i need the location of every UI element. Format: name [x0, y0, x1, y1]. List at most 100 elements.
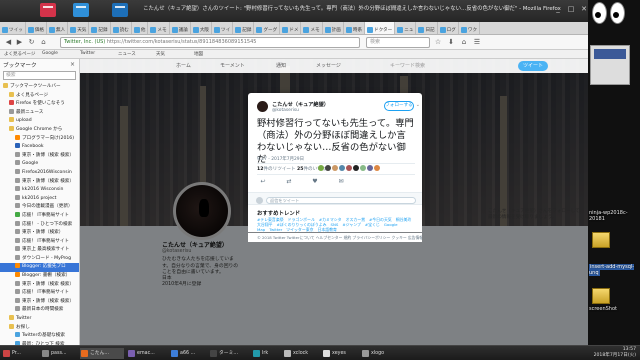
- follow-button[interactable]: フォローする: [384, 101, 414, 111]
- browser-tab[interactable]: 他: [132, 22, 149, 34]
- browser-tab[interactable]: ツイ: [212, 22, 234, 34]
- sidebar-item[interactable]: 東京・鉄博（検索）: [0, 229, 79, 238]
- folder-icon[interactable]: [592, 232, 610, 248]
- sidebar-item[interactable]: ブックマークツールバー: [0, 83, 79, 92]
- sidebar-item[interactable]: Twitterの基礎な検索: [0, 332, 79, 341]
- twitter-search-input[interactable]: キーワード検索: [390, 62, 425, 69]
- taskbar-task-button[interactable]: Pr...: [2, 348, 38, 359]
- desktop-thumbnail[interactable]: [590, 45, 630, 85]
- reload-button[interactable]: ↻: [27, 38, 36, 47]
- tweet-author-handle[interactable]: @kotaserisu: [272, 108, 299, 113]
- liker-avatar[interactable]: [339, 165, 345, 171]
- sidebar-item[interactable]: 応援！ IT事務局サイト: [0, 237, 79, 247]
- chevron-down-icon[interactable]: ⌄: [416, 102, 420, 108]
- sidebar-item[interactable]: 東京・鉄博（検索 検索）: [0, 151, 79, 161]
- nav-notifications[interactable]: 通知: [276, 62, 286, 69]
- taskbar-task-button[interactable]: xclock: [283, 348, 319, 359]
- liker-avatar[interactable]: [318, 165, 324, 171]
- liker-avatar[interactable]: [332, 165, 338, 171]
- reply-icon[interactable]: ↩: [259, 178, 267, 185]
- tweet-timestamp[interactable]: 9:27 - 2017年7月29日: [257, 156, 304, 162]
- sidebar-item[interactable]: kk2016 Wisconsin: [0, 186, 79, 195]
- trend-link[interactable]: #宝くじ: [365, 222, 380, 227]
- sidebar-item[interactable]: ダウンロード - MyProg: [0, 254, 79, 264]
- browser-tab[interactable]: 大阪: [191, 22, 213, 34]
- browser-tab[interactable]: 記録: [89, 22, 111, 34]
- trend-link[interactable]: 桐谷美玲: [396, 217, 412, 222]
- taskbar-task-button[interactable]: ターミ...: [209, 348, 249, 359]
- sidebar-item[interactable]: 今日の連載漫画（更新）: [0, 203, 79, 212]
- taskbar-task-button[interactable]: xeyes: [322, 348, 358, 359]
- launcher-icon-pink[interactable]: [40, 3, 56, 17]
- browser-tab[interactable]: 読む: [111, 22, 132, 34]
- browser-tab[interactable]: ワク: [459, 22, 481, 34]
- taskbar-task-button[interactable]: emac...: [127, 348, 167, 359]
- sidebar-item[interactable]: お探し: [0, 323, 79, 333]
- sidebar-item[interactable]: Facebook: [0, 143, 79, 152]
- sidebar-item[interactable]: 東京上 最高検索サイト: [0, 246, 79, 255]
- like-icon[interactable]: ♥: [311, 178, 319, 185]
- desktop-file-label[interactable]: insert-add-mysql-unq: [589, 264, 639, 276]
- sidebar-item[interactable]: 東京・鉄博（検索 検索）: [0, 177, 79, 187]
- sidebar-item[interactable]: Blogger: 応援先ブロ: [0, 263, 79, 273]
- download-icon[interactable]: ⬇: [447, 38, 455, 46]
- taskbar-task-button[interactable]: a66 ...: [170, 348, 206, 359]
- forward-button[interactable]: ▶: [15, 38, 24, 47]
- sidebar-item[interactable]: Firefox2016Wisconsin: [0, 168, 79, 178]
- sidebar-item[interactable]: プログラマー向け(2016): [0, 134, 79, 144]
- tweet-button[interactable]: ツイート: [518, 61, 548, 71]
- sidebar-item[interactable]: Google Chrome から: [0, 125, 79, 135]
- browser-tab[interactable]: 価格: [26, 22, 47, 34]
- sidebar-search-input[interactable]: 検索: [3, 71, 76, 80]
- home-icon[interactable]: ⌂: [460, 38, 468, 46]
- trend-link[interactable]: #ジャンプ: [342, 222, 361, 227]
- nav-moments[interactable]: モーメント: [220, 62, 245, 69]
- trend-link[interactable]: 日本語教育: [318, 227, 337, 232]
- folder-icon[interactable]: [592, 288, 610, 304]
- bookmark-toolbar-item[interactable]: 地図: [194, 51, 203, 58]
- browser-tab[interactable]: 天気: [68, 22, 90, 34]
- browser-tab[interactable]: ドメ: [280, 22, 302, 34]
- trend-link[interactable]: ツイッター東京: [286, 227, 313, 232]
- bookmark-star-icon[interactable]: ☆: [434, 38, 442, 46]
- browser-tab[interactable]: 日記: [416, 22, 438, 34]
- tweet-author-name[interactable]: こたんせ（キュア絶望）: [272, 101, 329, 108]
- sidebar-item[interactable]: Twitter: [0, 315, 79, 324]
- desktop-file-label[interactable]: screenShot: [589, 306, 639, 312]
- browser-tab[interactable]: ニュ: [395, 22, 417, 34]
- taskbar-task-button[interactable]: pass...: [41, 348, 77, 359]
- maximize-button[interactable]: □: [567, 5, 575, 13]
- browser-tab[interactable]: ログ: [438, 22, 459, 34]
- sidebar-item[interactable]: 応援！ IT事務局サイト: [0, 289, 79, 298]
- liker-avatar[interactable]: [367, 165, 373, 171]
- liker-avatar[interactable]: [374, 165, 380, 171]
- footer-links[interactable]: © 2018 Twitter Twitterについて ヘルプセンター 規約 プラ…: [248, 233, 422, 242]
- back-button[interactable]: ◀: [4, 38, 13, 47]
- clock[interactable]: 13:57 2018年7月17日(火): [594, 347, 636, 359]
- liker-avatar[interactable]: [353, 165, 359, 171]
- sidebar-item[interactable]: 最新ニュース: [0, 108, 79, 118]
- search-input[interactable]: 検索: [366, 37, 430, 48]
- sidebar-item[interactable]: 応援！ IT事務局サイト: [0, 211, 79, 221]
- bookmark-toolbar-item[interactable]: Twitter: [80, 51, 95, 58]
- sidebar-item[interactable]: 最新日本の時間検索: [0, 306, 79, 315]
- tweet-author-avatar[interactable]: [257, 101, 268, 112]
- sidebar-close-icon[interactable]: ×: [70, 61, 75, 68]
- bookmark-toolbar-item[interactable]: 天気: [156, 51, 165, 58]
- liker-avatar[interactable]: [325, 165, 331, 171]
- browser-tab[interactable]: メモ: [148, 22, 170, 34]
- browser-tab[interactable]: 計画: [323, 22, 344, 34]
- sidebar-title[interactable]: ブックマーク: [3, 63, 37, 69]
- retweet-icon[interactable]: ⇄: [285, 178, 293, 185]
- desktop-file-label[interactable]: ninja-wp2018c-20181: [589, 210, 639, 222]
- sidebar-item[interactable]: Blogger: 書棚（検索）: [0, 272, 79, 281]
- browser-tab[interactable]: 無人: [47, 22, 69, 34]
- home-button[interactable]: ⌂: [39, 38, 48, 47]
- browser-tab[interactable]: ドクター: [365, 22, 396, 34]
- sidebar-item[interactable]: よく見るページ: [0, 91, 79, 101]
- sidebar-item[interactable]: Google: [0, 160, 79, 169]
- sidebar-item[interactable]: upload: [0, 117, 79, 126]
- browser-tab[interactable]: 時系: [344, 22, 366, 34]
- minimize-button[interactable]: _: [554, 5, 562, 13]
- taskbar-task-button[interactable]: xlogo: [361, 348, 395, 359]
